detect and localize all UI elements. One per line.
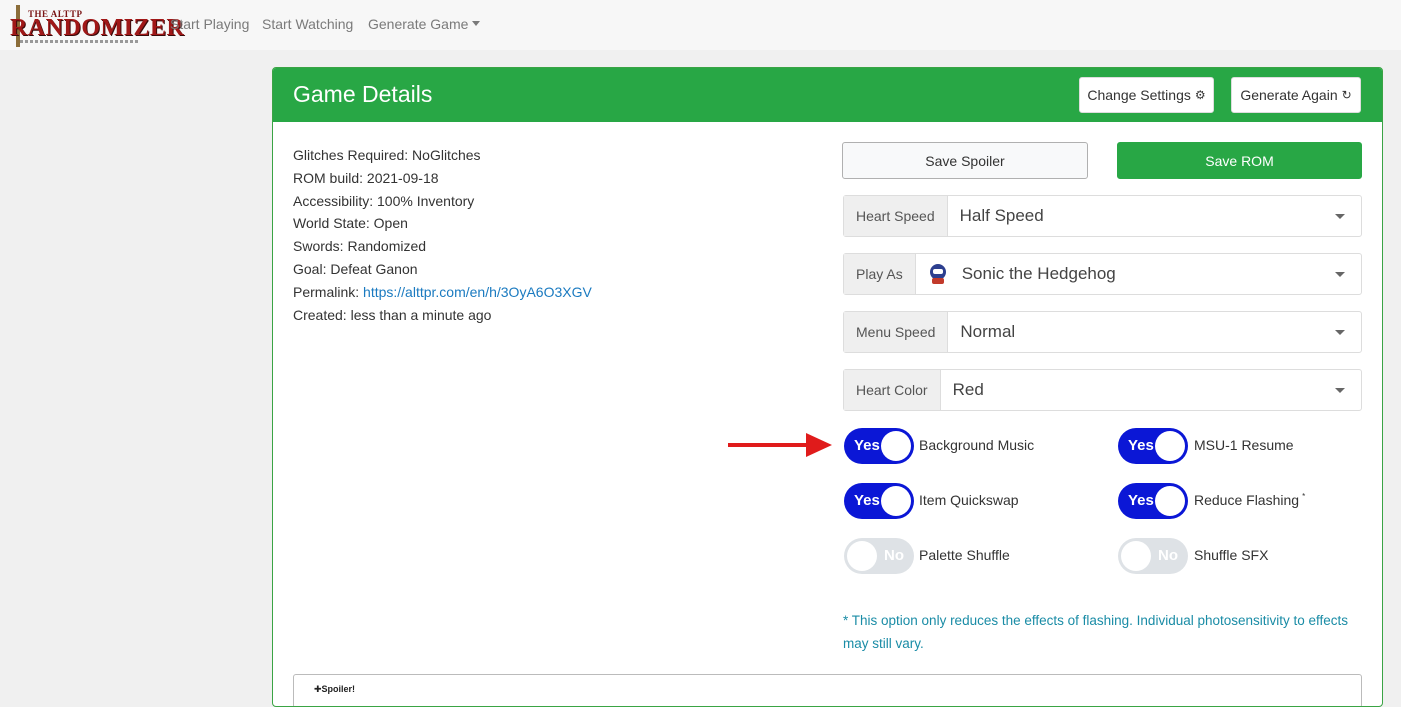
info-world-state: World State: Open xyxy=(293,215,408,232)
chevron-down-icon xyxy=(1335,272,1345,277)
heart-color-value-text: Red xyxy=(952,380,984,399)
permalink-link[interactable]: https://alttpr.com/en/h/3OyA6O3XGV xyxy=(363,284,592,300)
page-title: Game Details xyxy=(293,81,433,107)
nav-generate-game[interactable]: Generate Game xyxy=(368,16,481,32)
info-glitches: Glitches Required: NoGlitches xyxy=(293,147,481,163)
info-swords: Swords: Randomized xyxy=(293,238,427,255)
shuffle-sfx-label: Shuffle SFX xyxy=(1194,547,1269,563)
reduce-flashing-label: Reduce Flashing * xyxy=(1194,492,1305,508)
spoiler-label: Spoiler! xyxy=(321,684,356,694)
play-as-value[interactable]: Sonic the Hedgehog xyxy=(916,254,1361,294)
menu-speed-value-text: Normal xyxy=(960,322,1016,341)
toggle-knob xyxy=(847,541,877,571)
change-settings-button[interactable]: Change Settings ⚙ xyxy=(1079,77,1214,113)
flashing-footnote: * This option only reduces the effects o… xyxy=(843,613,1349,651)
menu-speed-select[interactable]: Menu Speed Normal xyxy=(843,311,1362,353)
toggle-knob xyxy=(881,486,911,516)
navbar: THE ALTTP RANDOMIZER Start Playing Start… xyxy=(0,0,1401,50)
footnote-marker: * xyxy=(1302,492,1306,502)
toggle-knob xyxy=(881,431,911,461)
toggle-state-label: Yes xyxy=(1128,437,1154,454)
save-rom-button[interactable]: Save ROM xyxy=(1117,142,1362,179)
game-info: Glitches Required: NoGlitches ROM build:… xyxy=(293,144,592,326)
save-spoiler-button[interactable]: Save Spoiler xyxy=(842,142,1088,179)
heart-color-select[interactable]: Heart Color Red xyxy=(843,369,1362,411)
sonic-sprite-icon xyxy=(928,263,948,285)
palette-shuffle-toggle[interactable]: No xyxy=(844,538,914,574)
play-as-select[interactable]: Play As Sonic the Hedgehog xyxy=(843,253,1362,295)
chevron-down-icon xyxy=(1335,330,1345,335)
plus-icon: ✚ xyxy=(314,684,322,694)
nav-start-playing[interactable]: Start Playing xyxy=(170,16,249,32)
heart-speed-value-text: Half Speed xyxy=(959,206,1044,225)
game-details-card: Game Details Change Settings ⚙ Generate … xyxy=(272,67,1383,707)
logo-main-text: RANDOMIZER xyxy=(10,15,185,41)
item-quickswap-label: Item Quickswap xyxy=(919,492,1019,508)
card-header: Game Details Change Settings ⚙ Generate … xyxy=(273,68,1382,122)
msu-resume-label: MSU-1 Resume xyxy=(1194,437,1294,453)
play-as-label: Play As xyxy=(844,254,916,294)
heart-speed-value[interactable]: Half Speed xyxy=(948,196,1361,236)
chevron-down-icon xyxy=(1335,388,1345,393)
toggle-state-label: No xyxy=(884,547,904,564)
annotation-arrow-icon xyxy=(806,433,832,457)
reduce-flashing-label-text: Reduce Flashing xyxy=(1194,492,1300,508)
chevron-down-icon xyxy=(1335,214,1345,219)
change-settings-label: Change Settings xyxy=(1087,87,1191,103)
info-permalink: Permalink: https://alttpr.com/en/h/3OyA6… xyxy=(293,281,592,304)
nav-start-watching[interactable]: Start Watching xyxy=(262,16,353,32)
permalink-label: Permalink: xyxy=(293,283,360,300)
shuffle-sfx-toggle[interactable]: No xyxy=(1118,538,1188,574)
randomizer-logo[interactable]: THE ALTTP RANDOMIZER xyxy=(6,5,184,47)
gear-icon: ⚙ xyxy=(1194,88,1206,102)
menu-speed-label: Menu Speed xyxy=(844,312,949,352)
info-goal: Goal: Defeat Ganon xyxy=(293,260,418,277)
info-created: Created: less than a minute ago xyxy=(293,306,492,323)
heart-color-label: Heart Color xyxy=(844,370,941,410)
logo-subtitle-decoration xyxy=(20,40,140,43)
annotation-arrow-shaft xyxy=(728,443,812,447)
generate-again-label: Generate Again xyxy=(1240,87,1338,103)
heart-speed-select[interactable]: Heart Speed Half Speed xyxy=(843,195,1362,237)
palette-shuffle-label: Palette Shuffle xyxy=(919,547,1010,563)
toggle-knob xyxy=(1121,541,1151,571)
toggle-knob xyxy=(1155,486,1185,516)
background-music-toggle[interactable]: Yes xyxy=(844,428,914,464)
play-as-value-text: Sonic the Hedgehog xyxy=(961,264,1116,283)
background-music-label: Background Music xyxy=(919,437,1035,453)
toggle-state-label: No xyxy=(1158,547,1178,564)
info-accessibility: Accessibility: 100% Inventory xyxy=(293,192,475,209)
msu-resume-toggle[interactable]: Yes xyxy=(1118,428,1188,464)
toggle-state-label: Yes xyxy=(1128,492,1154,509)
caret-down-icon xyxy=(472,21,481,26)
menu-speed-value[interactable]: Normal xyxy=(948,312,1361,352)
info-rom-build: ROM build: 2021-09-18 xyxy=(293,169,439,186)
toggle-state-label: Yes xyxy=(854,437,880,454)
toggle-state-label: Yes xyxy=(854,492,880,509)
generate-again-button[interactable]: Generate Again ↻ xyxy=(1231,77,1361,113)
reduce-flashing-toggle[interactable]: Yes xyxy=(1118,483,1188,519)
nav-generate-game-label: Generate Game xyxy=(368,16,469,32)
heart-color-value[interactable]: Red xyxy=(941,370,1361,410)
spoiler-panel[interactable]: ✚Spoiler! xyxy=(293,674,1362,706)
refresh-icon: ↻ xyxy=(1341,88,1352,102)
toggle-knob xyxy=(1155,431,1185,461)
spoiler-toggle[interactable]: ✚Spoiler! xyxy=(314,684,355,695)
heart-speed-label: Heart Speed xyxy=(844,196,948,236)
item-quickswap-toggle[interactable]: Yes xyxy=(844,483,914,519)
